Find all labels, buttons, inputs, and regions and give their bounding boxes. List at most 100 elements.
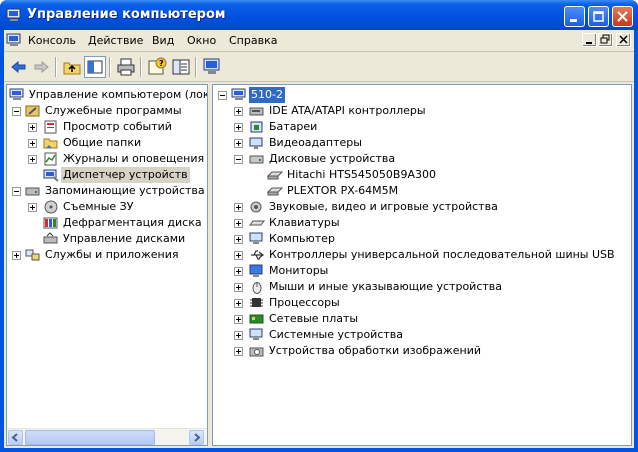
tree-node-disk-management[interactable]: Управление дисками <box>7 231 207 247</box>
console-window-icon[interactable] <box>6 33 22 48</box>
expand-icon[interactable] <box>234 139 243 148</box>
device-manager-icon <box>43 169 59 182</box>
computer-icon <box>249 232 263 244</box>
expand-icon[interactable] <box>234 347 243 356</box>
device-category[interactable]: Сетевые платы <box>213 311 613 327</box>
tree-root[interactable]: Управление компьютером (локаль <box>9 87 207 103</box>
display-adapter-icon <box>249 137 263 149</box>
expand-icon[interactable] <box>234 315 243 324</box>
maximize-button[interactable] <box>588 6 609 27</box>
toolbar: ? <box>4 52 634 82</box>
device-category[interactable]: Мыши и иные указывающие устройства <box>213 279 613 295</box>
menu-action[interactable]: Действие <box>88 34 143 47</box>
menu-help[interactable]: Справка <box>229 34 277 47</box>
processor-icon <box>250 298 263 307</box>
tree-node-performance-logs[interactable]: Журналы и оповещения пр <box>7 151 207 167</box>
tree-node-defrag[interactable]: Дефрагментация диска <box>7 215 207 231</box>
expand-icon[interactable] <box>234 123 243 132</box>
mdi-minimize-button[interactable] <box>582 33 597 47</box>
tree-node-storage[interactable]: Запоминающие устройства <box>7 183 207 199</box>
device-category[interactable]: Звуковые, видео и игровые устройства <box>213 199 613 215</box>
collapse-icon[interactable] <box>234 155 243 164</box>
window-title: Управление компьютером <box>27 7 226 22</box>
client-area: Консоль Действие Вид Окно Справка ? Упра… <box>4 30 634 448</box>
help-icon[interactable]: ? <box>146 56 168 78</box>
tree-node-system-tools[interactable]: Служебные программы <box>7 103 207 119</box>
maximize-icon <box>593 11 604 22</box>
mouse-icon <box>252 282 262 294</box>
collapse-icon[interactable] <box>12 187 21 196</box>
disk-management-icon <box>43 232 58 244</box>
collapse-icon[interactable] <box>12 107 21 116</box>
expand-icon[interactable] <box>234 251 243 260</box>
device-category[interactable]: Контроллеры универсальной последовательн… <box>213 247 615 263</box>
device-tree-pane[interactable]: 510-2 IDE ATA/ATAPI контроллеры Батареи … <box>212 84 632 446</box>
tree-node-removable-storage[interactable]: Съемные ЗУ <box>7 199 207 215</box>
expand-icon[interactable] <box>234 107 243 116</box>
device-item[interactable]: Hitachi HTS545050B9A300 <box>213 167 613 183</box>
show-hide-tree-button[interactable] <box>84 56 106 78</box>
usb-icon <box>251 250 264 260</box>
device-category[interactable]: Процессоры <box>213 295 613 311</box>
hard-disk-icon <box>267 171 283 180</box>
toolbar-separator <box>55 57 57 77</box>
device-category[interactable]: Компьютер <box>213 231 613 247</box>
system-devices-icon <box>249 328 263 340</box>
title-bar[interactable]: Управление компьютером <box>0 0 638 30</box>
services-icon <box>25 249 40 261</box>
menu-window[interactable]: Окно <box>187 34 216 47</box>
mdi-close-button[interactable] <box>616 33 631 47</box>
show-hide-tree-icon <box>87 60 103 74</box>
menu-console[interactable]: Консоль <box>28 34 76 47</box>
defragment-icon <box>43 217 58 229</box>
tree-node-shared-folders[interactable]: Общие папки <box>7 135 207 151</box>
device-category[interactable]: Видеоадаптеры <box>213 135 613 151</box>
tools-icon <box>25 105 40 117</box>
up-folder-icon[interactable] <box>61 56 83 78</box>
device-category[interactable]: IDE ATA/ATAPI контроллеры <box>213 103 613 119</box>
close-button[interactable] <box>612 6 633 27</box>
expand-icon[interactable] <box>28 123 37 132</box>
expand-icon[interactable] <box>12 251 21 260</box>
computer-management-icon <box>6 8 21 21</box>
main-window: Управление компьютером Консоль Действие … <box>0 0 638 452</box>
tree-node-device-manager[interactable]: Диспетчер устройств <box>7 167 207 183</box>
console-tree-pane[interactable]: Управление компьютером (локаль Служебные… <box>6 84 208 446</box>
expand-icon[interactable] <box>234 219 243 228</box>
device-category[interactable]: Дисковые устройства <box>213 151 613 167</box>
back-arrow-icon[interactable] <box>8 56 30 78</box>
tree-node-services-apps[interactable]: Службы и приложения <box>7 247 207 263</box>
expand-icon[interactable] <box>28 155 37 164</box>
device-category[interactable]: Батареи <box>213 119 613 135</box>
imaging-device-icon <box>249 347 264 357</box>
menu-view[interactable]: Вид <box>152 34 174 47</box>
mdi-restore-button[interactable] <box>598 33 613 47</box>
expand-icon[interactable] <box>234 283 243 292</box>
svg-text:?: ? <box>159 59 164 68</box>
tree-node-event-viewer[interactable]: Просмотр событий <box>7 119 207 135</box>
expand-icon[interactable] <box>234 299 243 308</box>
expand-icon[interactable] <box>234 203 243 212</box>
device-root[interactable]: 510-2 <box>213 87 613 103</box>
performance-logs-icon <box>44 152 57 166</box>
device-category[interactable]: Клавиатуры <box>213 215 613 231</box>
expand-icon[interactable] <box>234 235 243 244</box>
expand-icon[interactable] <box>234 331 243 340</box>
print-icon[interactable] <box>115 56 137 78</box>
device-category[interactable]: Системные устройства <box>213 327 613 343</box>
collapse-icon[interactable] <box>218 91 227 100</box>
expand-icon[interactable] <box>28 203 37 212</box>
export-list-icon[interactable] <box>170 56 192 78</box>
expand-icon[interactable] <box>234 267 243 276</box>
device-category[interactable]: Мониторы <box>213 263 613 279</box>
keyboard-icon <box>249 220 265 226</box>
close-icon <box>617 11 628 22</box>
minimize-button[interactable] <box>564 6 585 27</box>
expand-icon[interactable] <box>28 139 37 148</box>
network-adapter-icon <box>249 314 264 324</box>
device-item[interactable]: PLEXTOR PX-64M5M <box>213 183 613 199</box>
forward-arrow-icon[interactable] <box>30 56 52 78</box>
device-category[interactable]: Устройства обработки изображений <box>213 343 613 359</box>
battery-icon <box>250 121 263 133</box>
properties-icon[interactable] <box>201 56 223 78</box>
